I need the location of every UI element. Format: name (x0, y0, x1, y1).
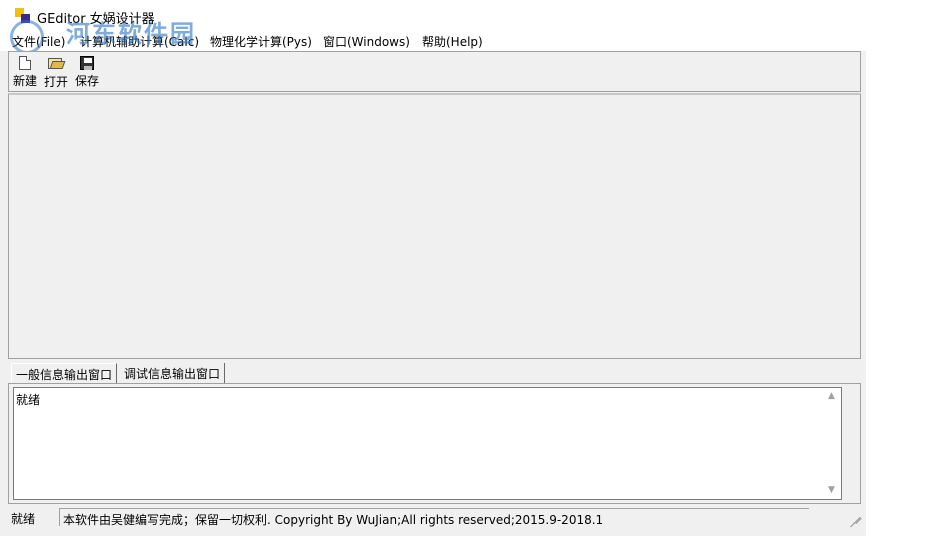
status-copyright: 本软件由吴健编写完成；保留一切权利. Copyright By WuJian;A… (59, 508, 809, 527)
output-scrollbar[interactable]: ▲ ▼ (823, 388, 841, 499)
save-button-label: 保存 (74, 74, 99, 88)
save-disk-icon (80, 56, 94, 70)
resize-grip-icon[interactable] (849, 514, 862, 528)
menu-calc[interactable]: 计算机辅助计算(Calc) (80, 33, 199, 50)
open-folder-icon (48, 56, 66, 71)
status-bar: 就绪 本软件由吴健编写完成；保留一切权利. Copyright By WuJia… (8, 506, 862, 528)
output-message: 就绪 (16, 393, 41, 407)
window-title: GEditor 女娲设计器 (37, 12, 155, 27)
scroll-down-icon[interactable]: ▼ (827, 486, 836, 495)
output-panel: 就绪 ▲ ▼ (8, 383, 861, 504)
new-file-icon (19, 56, 31, 70)
tab-general-output[interactable]: 一般信息输出窗口 (11, 363, 118, 384)
title-bar[interactable]: GEditor 女娲设计器 (0, 0, 929, 31)
new-button-label: 新建 (12, 74, 37, 88)
status-ready: 就绪 (11, 512, 36, 526)
app-icon (15, 8, 31, 24)
new-button[interactable]: 新建 (11, 55, 39, 91)
open-button-label: 打开 (43, 75, 68, 89)
tab-debug-output[interactable]: 调试信息输出窗口 (120, 363, 226, 384)
save-button[interactable]: 保存 (73, 55, 101, 91)
toolbar: 新建 打开 保存 (8, 51, 861, 92)
menu-bar: 文件(File) 计算机辅助计算(Calc) 物理化学计算(Pys) 窗口(Wi… (0, 31, 866, 51)
menu-physchem[interactable]: 物理化学计算(Pys) (210, 33, 312, 50)
menu-help[interactable]: 帮助(Help) (422, 33, 483, 50)
output-tab-bar: 一般信息输出窗口 调试信息输出窗口 (8, 362, 861, 384)
menu-windows[interactable]: 窗口(Windows) (323, 33, 410, 50)
output-textbox[interactable]: 就绪 ▲ ▼ (13, 387, 842, 500)
menu-file[interactable]: 文件(File) (12, 33, 65, 50)
document-workspace[interactable] (8, 93, 861, 359)
scroll-up-icon[interactable]: ▲ (827, 392, 836, 401)
open-button[interactable]: 打开 (42, 55, 70, 91)
